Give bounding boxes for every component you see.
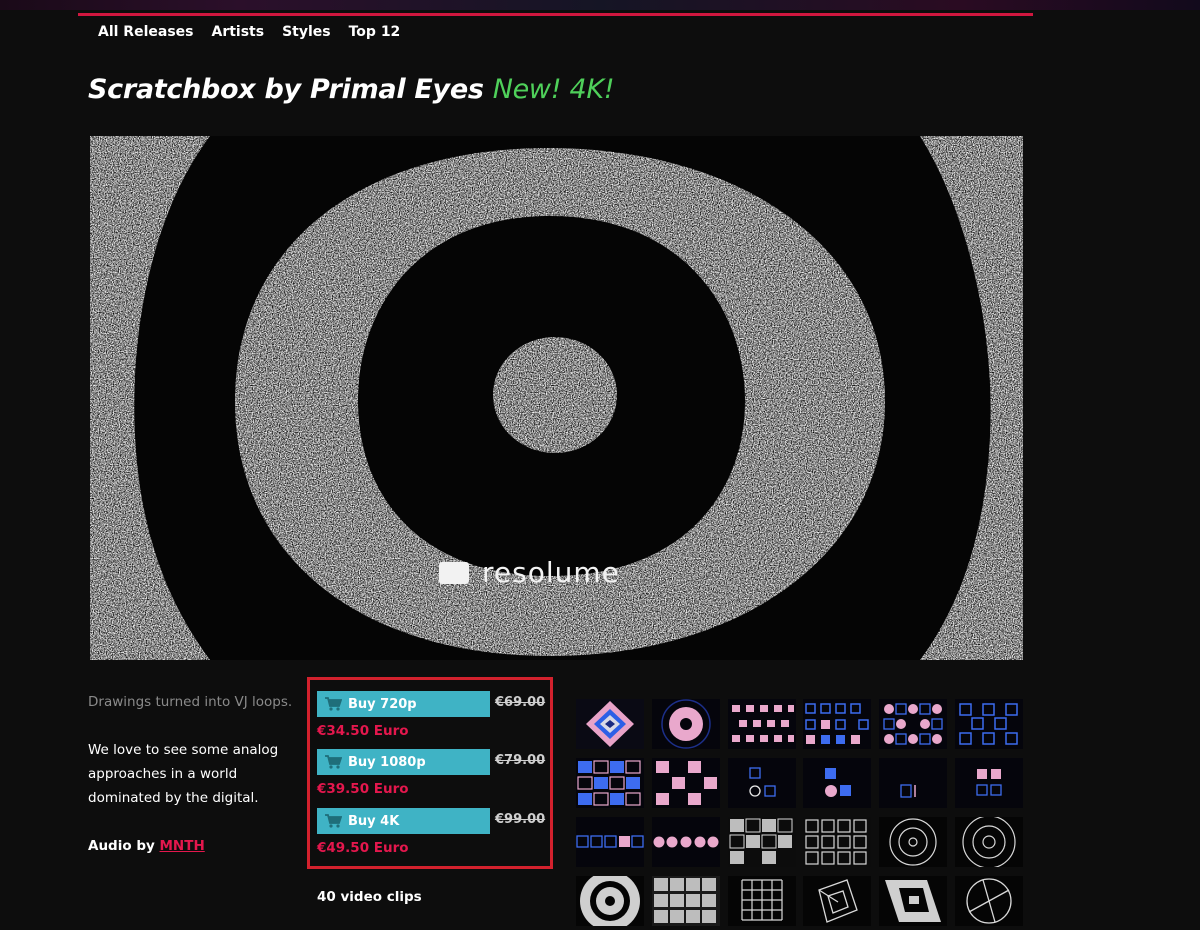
clip-thumbnail[interactable] <box>651 817 720 867</box>
clip-thumbnail[interactable] <box>576 699 644 749</box>
svg-text:resolume: resolume <box>482 556 620 589</box>
nav-all-releases[interactable]: All Releases <box>98 24 193 40</box>
new-badge: New! 4K! <box>492 74 615 105</box>
white-square-grid-thumb-image <box>803 817 872 867</box>
buy-720p-label: Buy 720p <box>348 696 417 712</box>
white-cell-grid-thumb-image <box>651 876 720 926</box>
clip-thumbnail[interactable] <box>803 817 872 867</box>
old-price-1080p: €79.00 <box>495 753 546 768</box>
clip-thumbnail[interactable] <box>651 699 720 749</box>
single-square-outline-thumb-image <box>879 758 948 808</box>
clip-thumbnail-grid <box>576 699 1023 926</box>
description-body: We love to see some analog approaches in… <box>88 742 279 806</box>
video-preview[interactable]: resolume <box>90 136 1023 660</box>
pink-circle-grid-thumb-image <box>879 699 948 749</box>
price-720p: €34.50 Euro <box>317 723 409 739</box>
concentric-rings-thumb-image <box>879 817 948 867</box>
description-lead: Drawings turned into VJ loops. <box>88 694 293 710</box>
pink-checker-thumb-image <box>651 758 720 808</box>
purchase-options: Buy 720p €69.00 €34.50 Euro Buy 1080p €7… <box>307 677 553 869</box>
clip-thumbnail[interactable] <box>954 817 1023 867</box>
white-line-grid-thumb-image <box>727 876 796 926</box>
cart-icon <box>325 755 342 769</box>
nav-styles[interactable]: Styles <box>282 24 331 40</box>
white-donut-thumb-image <box>576 876 644 926</box>
old-price-4k: €99.00 <box>495 812 546 827</box>
buy-1080p-label: Buy 1080p <box>348 754 426 770</box>
clip-thumbnail[interactable] <box>727 699 796 749</box>
quartered-circle-thumb-image <box>954 876 1023 926</box>
clip-thumbnail[interactable] <box>879 876 948 926</box>
concentric-rings-large-thumb-image <box>954 817 1023 867</box>
spiral-square-thumb-image <box>576 699 644 749</box>
clip-thumbnail[interactable] <box>879 817 948 867</box>
blue-outline-grid-thumb-image <box>954 699 1023 749</box>
blue-square-grid-thumb-image <box>803 699 872 749</box>
rotated-squares-thumb-image <box>803 876 872 926</box>
pink-dot-row-thumb-image <box>651 817 720 867</box>
buy-4k-button[interactable]: Buy 4K <box>317 808 490 834</box>
clip-thumbnail[interactable] <box>879 699 948 749</box>
release-title: Scratchbox by Primal Eyes <box>88 74 484 105</box>
blue-checker-thumb-image <box>576 758 644 808</box>
sub-navigation: All Releases Artists Styles Top 12 <box>98 24 400 40</box>
clip-thumbnail[interactable] <box>879 758 948 808</box>
clip-thumbnail[interactable] <box>576 876 644 926</box>
purchase-option-1080p: Buy 1080p €79.00 €39.50 Euro <box>317 749 549 809</box>
clip-thumbnail[interactable] <box>727 817 796 867</box>
clip-thumbnail[interactable] <box>803 699 872 749</box>
page-title: Scratchbox by Primal Eyes New! 4K! <box>88 74 615 105</box>
small-square-pair-thumb-image <box>727 758 796 808</box>
clip-thumbnail[interactable] <box>803 758 872 808</box>
accent-divider <box>78 13 1033 16</box>
purchase-option-720p: Buy 720p €69.00 €34.50 Euro <box>317 691 549 751</box>
square-row-outline-thumb-image <box>576 817 644 867</box>
purchase-option-4k: Buy 4K €99.00 €49.50 Euro <box>317 808 549 868</box>
clip-thumbnail[interactable] <box>576 758 644 808</box>
price-1080p: €39.50 Euro <box>317 781 409 797</box>
release-description: Drawings turned into VJ loops. We love t… <box>88 690 303 858</box>
clip-thumbnail[interactable] <box>727 758 796 808</box>
buy-1080p-button[interactable]: Buy 1080p <box>317 749 490 775</box>
blue-square-pink-dot-thumb-image <box>803 758 872 808</box>
clip-thumbnail[interactable] <box>651 876 720 926</box>
cart-icon <box>325 697 342 711</box>
nav-top-12[interactable]: Top 12 <box>349 24 401 40</box>
clip-thumbnail[interactable] <box>651 758 720 808</box>
video-frame: resolume <box>90 136 1023 660</box>
pink-square-cluster-thumb-image <box>954 758 1023 808</box>
clip-thumbnail[interactable] <box>576 817 644 867</box>
white-scribble-grid-thumb-image <box>727 817 796 867</box>
audio-credit: Audio by MNTH <box>88 834 303 858</box>
clip-thumbnail[interactable] <box>954 758 1023 808</box>
price-4k: €49.50 Euro <box>317 840 409 856</box>
diagonal-square-split-thumb-image <box>879 876 948 926</box>
nav-artists[interactable]: Artists <box>211 24 264 40</box>
clip-thumbnail[interactable] <box>727 876 796 926</box>
clip-thumbnail[interactable] <box>954 699 1023 749</box>
audio-artist-link[interactable]: MNTH <box>160 838 205 854</box>
pink-donut-thumb-image <box>651 699 720 749</box>
old-price-720p: €69.00 <box>495 695 546 710</box>
cart-icon <box>325 814 342 828</box>
audio-credit-prefix: Audio by <box>88 838 155 854</box>
clip-thumbnail[interactable] <box>803 876 872 926</box>
top-banner-strip <box>0 0 1200 10</box>
buy-4k-label: Buy 4K <box>348 813 400 829</box>
pink-dot-grid-thumb-image <box>727 699 796 749</box>
clip-thumbnail[interactable] <box>954 876 1023 926</box>
clips-count: 40 video clips <box>317 889 422 905</box>
buy-720p-button[interactable]: Buy 720p <box>317 691 490 717</box>
